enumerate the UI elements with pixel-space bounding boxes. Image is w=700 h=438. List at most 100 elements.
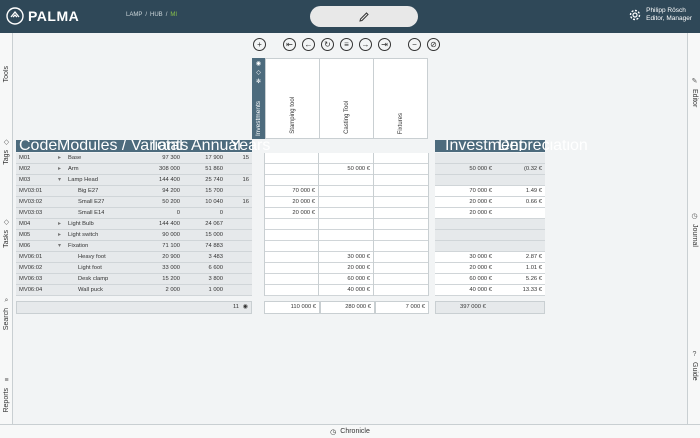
phase-value-cell[interactable] [320, 197, 374, 208]
column-header-code[interactable]: Code [19, 140, 57, 151]
remove-button[interactable]: − [408, 38, 421, 51]
phase-value-cell[interactable] [265, 175, 319, 186]
phase-value-cell[interactable] [320, 219, 374, 230]
phase-column-header[interactable]: Casting Tool [319, 58, 374, 139]
move-first-button[interactable]: ⇤ [283, 38, 296, 51]
sidebar-item-reports[interactable]: ≡ Reports [0, 377, 13, 413]
phase-value-cell[interactable]: 40 000 € [320, 285, 374, 296]
sidebar-item-search[interactable]: ⌕ Search [0, 297, 13, 330]
list-button[interactable]: ≡ [340, 38, 353, 51]
phase-value-cell[interactable] [265, 164, 319, 175]
phase-value-cell[interactable] [375, 241, 429, 252]
investments-phase-header[interactable]: ◉ ◇ ✻ Investments [252, 58, 265, 139]
palma-logo-icon [6, 7, 24, 25]
table-row[interactable]: MV06:04 Wall puck 2 000 1 000 [16, 285, 252, 296]
phase-value-cell[interactable]: 20 000 € [265, 197, 319, 208]
table-row[interactable]: MV06:02 Light foot 33 000 6 600 [16, 263, 252, 274]
add-button[interactable]: + [253, 38, 266, 51]
table-row[interactable]: MV03:03 Small E14 0 0 [16, 208, 252, 219]
column-header-total[interactable]: Total [149, 140, 183, 151]
phase-value-cell[interactable] [375, 208, 429, 219]
refresh-button[interactable]: ↻ [321, 38, 334, 51]
column-header-years[interactable]: Years [230, 140, 270, 151]
app-logo[interactable]: PALMA [6, 7, 79, 25]
expand-toggle-icon[interactable]: ▾ [58, 175, 61, 186]
phase-value-cell[interactable] [265, 263, 319, 274]
phase-value-cell[interactable] [375, 197, 429, 208]
modules-totals-bar: 11 ◉ [16, 301, 252, 314]
sidebar-item-label: Tags [3, 150, 10, 165]
move-last-button[interactable]: ⇥ [378, 38, 391, 51]
phase-value-cell[interactable] [265, 252, 319, 263]
phase-value-cell[interactable] [375, 219, 429, 230]
phase-value-cell[interactable] [320, 186, 374, 197]
top-bar: PALMA LAMP / HUB / MI Philipp Rösch Edit… [0, 0, 700, 33]
breadcrumb-item[interactable]: LAMP [126, 12, 142, 18]
chronicle-bar[interactable]: ◷ Chronicle [0, 424, 700, 438]
phase-value-cell[interactable] [375, 230, 429, 241]
row-years: 16 [242, 199, 249, 205]
expand-toggle-icon[interactable]: ▸ [58, 153, 61, 164]
phase-value-cell[interactable] [375, 186, 429, 197]
phase-value-cell[interactable] [265, 285, 319, 296]
move-left-button[interactable]: ← [302, 38, 315, 51]
table-row[interactable]: M03 ▾ Lamp Head 144 400 25 740 16 [16, 175, 252, 186]
phase-value-cell[interactable] [320, 175, 374, 186]
phase-column-header[interactable]: Fixtures [373, 58, 428, 139]
expand-toggle-icon[interactable]: ▸ [58, 230, 61, 241]
row-name: Heavy foot [78, 254, 106, 260]
phase-values-row [265, 241, 429, 252]
row-investment: 20 000 € [469, 199, 492, 205]
disable-button[interactable]: ⊘ [427, 38, 440, 51]
table-row[interactable]: MV06:03 Desk clamp 15 200 3 800 [16, 274, 252, 285]
phase-value-cell[interactable] [375, 285, 429, 296]
phase-value-cell[interactable] [265, 153, 319, 164]
sidebar-item-editor[interactable]: ✎ Editor [688, 78, 700, 107]
phase-value-cell[interactable]: 70 000 € [265, 186, 319, 197]
expand-toggle-icon[interactable]: ▸ [58, 164, 61, 175]
phase-value-cell[interactable]: 20 000 € [320, 263, 374, 274]
phase-value-cell[interactable] [265, 230, 319, 241]
sidebar-item-journal[interactable]: ◷ Journal [688, 213, 700, 247]
move-right-button[interactable]: → [359, 38, 372, 51]
table-row[interactable]: M04 ▸ Light Bulb 144 400 24 067 [16, 219, 252, 230]
phase-value-cell[interactable] [320, 241, 374, 252]
phase-column-header[interactable]: Stamping tool [265, 58, 320, 139]
sidebar-item-tools[interactable]: Tools [0, 63, 13, 82]
phase-value-cell[interactable]: 30 000 € [320, 252, 374, 263]
phase-value-cell[interactable] [320, 230, 374, 241]
table-row[interactable]: MV06:01 Heavy foot 20 900 3 483 [16, 252, 252, 263]
table-row[interactable]: M05 ▸ Light switch 90 000 15 000 [16, 230, 252, 241]
phase-value-cell[interactable] [265, 241, 319, 252]
sidebar-item-guide[interactable]: ? Guide [688, 351, 700, 381]
phase-value-cell[interactable] [375, 263, 429, 274]
table-row[interactable]: M06 ▾ Fixation 71 100 74 883 [16, 241, 252, 252]
table-row[interactable]: MV03:01 Big E27 94 200 15 700 [16, 186, 252, 197]
row-name: Desk clamp [78, 276, 109, 282]
table-row[interactable]: M02 ▸ Arm 308 000 51 860 [16, 164, 252, 175]
breadcrumb-item[interactable]: HUB [150, 12, 163, 18]
breadcrumb-item-current[interactable]: MI [170, 12, 177, 18]
phase-value-cell[interactable]: 60 000 € [320, 274, 374, 285]
user-menu[interactable]: Philipp Rösch Editor, Manager [628, 7, 692, 23]
phase-value-cell[interactable] [265, 274, 319, 285]
table-row[interactable]: MV03:02 Small E27 50 200 10 040 16 [16, 197, 252, 208]
phase-value-cell[interactable] [320, 153, 374, 164]
sidebar-item-tasks[interactable]: ◇ Tasks [0, 219, 13, 248]
phase-value-cell[interactable] [320, 208, 374, 219]
phase-value-cell[interactable]: 50 000 € [320, 164, 374, 175]
sidebar-item-tags[interactable]: ◇ Tags [0, 139, 13, 165]
phase-value-cell[interactable] [375, 153, 429, 164]
column-header-depreciation[interactable]: Depreciation [498, 140, 588, 151]
phase-value-cell[interactable] [265, 219, 319, 230]
phase-value-cell[interactable] [375, 252, 429, 263]
expand-toggle-icon[interactable]: ▾ [58, 241, 61, 252]
phase-value-cell[interactable] [375, 175, 429, 186]
phase-value-cell[interactable] [375, 274, 429, 285]
edit-mode-button[interactable] [310, 6, 418, 27]
phase-value-cell[interactable] [375, 164, 429, 175]
phase-value-cell[interactable]: 20 000 € [265, 208, 319, 219]
expand-toggle-icon[interactable]: ▸ [58, 219, 61, 230]
eye-icon[interactable]: ◉ [243, 302, 248, 313]
table-row[interactable]: M01 ▸ Base 97 300 17 900 15 [16, 153, 252, 164]
